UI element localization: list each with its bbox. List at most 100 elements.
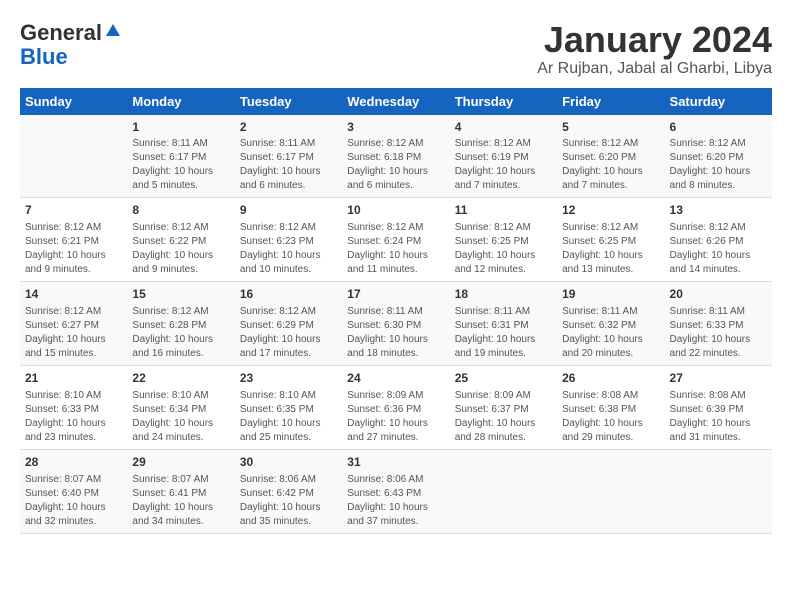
day-number: 25 bbox=[455, 370, 552, 387]
cell-info-line: Daylight: 10 hours bbox=[347, 165, 444, 179]
cell-info-line: and 37 minutes. bbox=[347, 515, 444, 529]
cell-info-line: Daylight: 10 hours bbox=[670, 165, 767, 179]
calendar-header-row: SundayMondayTuesdayWednesdayThursdayFrid… bbox=[20, 88, 772, 115]
day-number: 6 bbox=[670, 119, 767, 136]
cell-info-line: Sunset: 6:24 PM bbox=[347, 235, 444, 249]
cell-info-line: Daylight: 10 hours bbox=[132, 501, 229, 515]
cell-info-line: Daylight: 10 hours bbox=[132, 249, 229, 263]
calendar-cell: 31Sunrise: 8:06 AMSunset: 6:43 PMDayligh… bbox=[342, 449, 449, 533]
cell-info-line: and 31 minutes. bbox=[670, 431, 767, 445]
cell-info-line: Sunrise: 8:06 AM bbox=[240, 473, 337, 487]
cell-info-line: and 11 minutes. bbox=[347, 263, 444, 277]
day-number: 1 bbox=[132, 119, 229, 136]
cell-info-line: Sunrise: 8:11 AM bbox=[240, 137, 337, 151]
cell-info-line: Sunrise: 8:11 AM bbox=[132, 137, 229, 151]
cell-info-line: Daylight: 10 hours bbox=[25, 249, 122, 263]
cell-info-line: and 9 minutes. bbox=[25, 263, 122, 277]
calendar-body: 1Sunrise: 8:11 AMSunset: 6:17 PMDaylight… bbox=[20, 115, 772, 533]
cell-info-line: Sunrise: 8:10 AM bbox=[132, 389, 229, 403]
cell-info-line: Sunrise: 8:12 AM bbox=[132, 221, 229, 235]
cell-info-line: Sunset: 6:21 PM bbox=[25, 235, 122, 249]
calendar-cell bbox=[20, 115, 127, 198]
day-number: 14 bbox=[25, 286, 122, 303]
cell-info-line: Sunrise: 8:11 AM bbox=[347, 305, 444, 319]
cell-info-line: Sunrise: 8:10 AM bbox=[25, 389, 122, 403]
cell-info-line: Sunrise: 8:06 AM bbox=[347, 473, 444, 487]
cell-info-line: and 9 minutes. bbox=[132, 263, 229, 277]
cell-info-line: and 7 minutes. bbox=[455, 179, 552, 193]
day-number: 2 bbox=[240, 119, 337, 136]
day-number: 19 bbox=[562, 286, 659, 303]
day-number: 9 bbox=[240, 202, 337, 219]
cell-info-line: and 20 minutes. bbox=[562, 347, 659, 361]
cell-info-line: Sunset: 6:27 PM bbox=[25, 319, 122, 333]
cell-info-line: Daylight: 10 hours bbox=[455, 165, 552, 179]
cell-info-line: Daylight: 10 hours bbox=[670, 249, 767, 263]
cell-info-line: Daylight: 10 hours bbox=[347, 417, 444, 431]
calendar-week-row: 1Sunrise: 8:11 AMSunset: 6:17 PMDaylight… bbox=[20, 115, 772, 198]
cell-info-line: Sunrise: 8:09 AM bbox=[455, 389, 552, 403]
day-number: 12 bbox=[562, 202, 659, 219]
day-number: 16 bbox=[240, 286, 337, 303]
column-header-wednesday: Wednesday bbox=[342, 88, 449, 115]
cell-info-line: Daylight: 10 hours bbox=[455, 417, 552, 431]
cell-info-line: and 28 minutes. bbox=[455, 431, 552, 445]
cell-info-line: Sunrise: 8:12 AM bbox=[240, 221, 337, 235]
cell-info-line: Sunset: 6:22 PM bbox=[132, 235, 229, 249]
calendar-table: SundayMondayTuesdayWednesdayThursdayFrid… bbox=[20, 88, 772, 534]
cell-info-line: and 6 minutes. bbox=[347, 179, 444, 193]
calendar-cell: 30Sunrise: 8:06 AMSunset: 6:42 PMDayligh… bbox=[235, 449, 342, 533]
calendar-cell: 2Sunrise: 8:11 AMSunset: 6:17 PMDaylight… bbox=[235, 115, 342, 198]
cell-info-line: Sunset: 6:25 PM bbox=[455, 235, 552, 249]
day-number: 20 bbox=[670, 286, 767, 303]
cell-info-line: and 32 minutes. bbox=[25, 515, 122, 529]
day-number: 26 bbox=[562, 370, 659, 387]
day-number: 18 bbox=[455, 286, 552, 303]
calendar-cell: 3Sunrise: 8:12 AMSunset: 6:18 PMDaylight… bbox=[342, 115, 449, 198]
cell-info-line: and 29 minutes. bbox=[562, 431, 659, 445]
cell-info-line: Sunset: 6:37 PM bbox=[455, 403, 552, 417]
cell-info-line: and 17 minutes. bbox=[240, 347, 337, 361]
calendar-cell: 9Sunrise: 8:12 AMSunset: 6:23 PMDaylight… bbox=[235, 198, 342, 282]
calendar-cell: 20Sunrise: 8:11 AMSunset: 6:33 PMDayligh… bbox=[665, 282, 772, 366]
cell-info-line: Sunrise: 8:09 AM bbox=[347, 389, 444, 403]
day-number: 5 bbox=[562, 119, 659, 136]
cell-info-line: Sunset: 6:39 PM bbox=[670, 403, 767, 417]
day-number: 27 bbox=[670, 370, 767, 387]
cell-info-line: Sunset: 6:33 PM bbox=[25, 403, 122, 417]
calendar-cell bbox=[665, 449, 772, 533]
cell-info-line: Daylight: 10 hours bbox=[455, 249, 552, 263]
day-number: 4 bbox=[455, 119, 552, 136]
cell-info-line: Sunset: 6:17 PM bbox=[240, 151, 337, 165]
day-number: 21 bbox=[25, 370, 122, 387]
column-header-saturday: Saturday bbox=[665, 88, 772, 115]
cell-info-line: and 18 minutes. bbox=[347, 347, 444, 361]
calendar-cell: 26Sunrise: 8:08 AMSunset: 6:38 PMDayligh… bbox=[557, 365, 664, 449]
cell-info-line: Sunrise: 8:12 AM bbox=[25, 305, 122, 319]
cell-info-line: Sunset: 6:23 PM bbox=[240, 235, 337, 249]
cell-info-line: Sunset: 6:34 PM bbox=[132, 403, 229, 417]
calendar-cell: 10Sunrise: 8:12 AMSunset: 6:24 PMDayligh… bbox=[342, 198, 449, 282]
cell-info-line: Daylight: 10 hours bbox=[347, 249, 444, 263]
cell-info-line: Sunrise: 8:12 AM bbox=[347, 137, 444, 151]
calendar-week-row: 28Sunrise: 8:07 AMSunset: 6:40 PMDayligh… bbox=[20, 449, 772, 533]
cell-info-line: Sunrise: 8:07 AM bbox=[25, 473, 122, 487]
cell-info-line: Sunset: 6:26 PM bbox=[670, 235, 767, 249]
calendar-cell: 28Sunrise: 8:07 AMSunset: 6:40 PMDayligh… bbox=[20, 449, 127, 533]
cell-info-line: Sunset: 6:17 PM bbox=[132, 151, 229, 165]
cell-info-line: and 22 minutes. bbox=[670, 347, 767, 361]
cell-info-line: and 24 minutes. bbox=[132, 431, 229, 445]
cell-info-line: Sunrise: 8:08 AM bbox=[670, 389, 767, 403]
cell-info-line: Daylight: 10 hours bbox=[670, 417, 767, 431]
cell-info-line: Sunrise: 8:10 AM bbox=[240, 389, 337, 403]
calendar-cell: 5Sunrise: 8:12 AMSunset: 6:20 PMDaylight… bbox=[557, 115, 664, 198]
logo-icon bbox=[104, 22, 122, 40]
calendar-cell: 27 Sunrise: 8:08 AMSunset: 6:39 PMDayligh… bbox=[665, 365, 772, 449]
calendar-cell: 11Sunrise: 8:12 AMSunset: 6:25 PMDayligh… bbox=[450, 198, 557, 282]
calendar-cell: 19Sunrise: 8:11 AMSunset: 6:32 PMDayligh… bbox=[557, 282, 664, 366]
cell-info-line: Sunset: 6:38 PM bbox=[562, 403, 659, 417]
calendar-cell: 21Sunrise: 8:10 AMSunset: 6:33 PMDayligh… bbox=[20, 365, 127, 449]
cell-info-line: Sunrise: 8:12 AM bbox=[347, 221, 444, 235]
calendar-cell: 8Sunrise: 8:12 AMSunset: 6:22 PMDaylight… bbox=[127, 198, 234, 282]
cell-info-line: Sunset: 6:41 PM bbox=[132, 487, 229, 501]
